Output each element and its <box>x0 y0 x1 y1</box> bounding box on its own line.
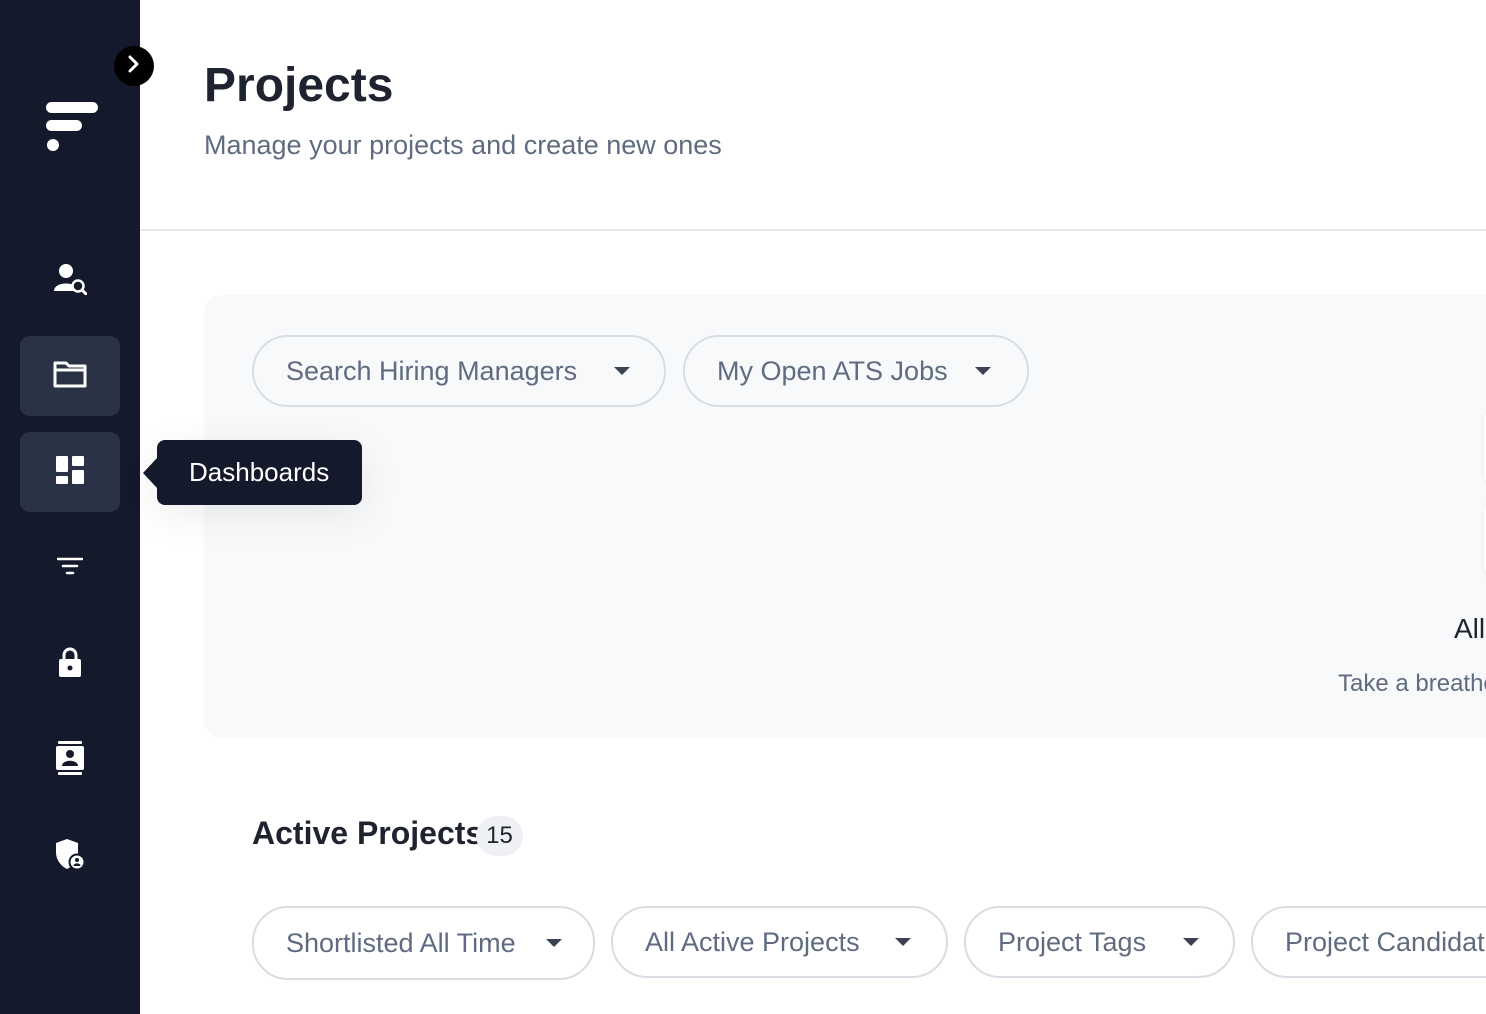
filter-lines-icon <box>56 556 84 581</box>
dropdown-label: My Open ATS Jobs <box>717 355 948 386</box>
active-projects-count-badge: 15 <box>476 816 523 856</box>
caret-down-icon <box>895 938 911 946</box>
folder-icon <box>53 359 87 394</box>
page-title: Projects <box>204 59 394 112</box>
active-projects-title: Active Projects <box>252 815 484 851</box>
shield-user-icon <box>55 838 86 875</box>
brand-logo[interactable] <box>46 100 100 156</box>
contact-card-icon <box>55 740 85 781</box>
dropdown-label: Search Hiring Managers <box>286 355 578 386</box>
caret-down-icon <box>614 367 630 375</box>
header-divider <box>140 229 1486 231</box>
project-tags-dropdown[interactable]: Project Tags <box>964 906 1235 978</box>
chevron-right-icon <box>126 54 142 79</box>
shortlisted-all-time-dropdown[interactable]: Shortlisted All Time <box>252 906 595 980</box>
dropdown-label: Project Candidat <box>1285 926 1485 957</box>
page-subtitle: Manage your projects and create new ones <box>204 130 722 160</box>
sidebar-item-security[interactable] <box>20 624 120 704</box>
sidebar-item-filters[interactable] <box>20 528 120 608</box>
project-candidates-dropdown[interactable]: Project Candidat <box>1251 906 1486 978</box>
main-content: Projects Manage your projects and create… <box>140 0 1486 1014</box>
all-active-projects-dropdown[interactable]: All Active Projects <box>611 906 948 978</box>
caret-down-icon <box>546 939 562 947</box>
empty-state-title: All <box>1454 613 1486 644</box>
user-search-icon <box>53 261 88 300</box>
dropdown-label: All Active Projects <box>645 926 860 957</box>
summary-panel: Search Hiring Managers My Open ATS Jobs <box>204 295 1486 738</box>
caret-down-icon <box>975 367 991 375</box>
my-open-ats-jobs-dropdown[interactable]: My Open ATS Jobs <box>683 335 1029 407</box>
sidebar-item-dashboards[interactable] <box>20 432 120 512</box>
sidebar-item-projects[interactable] <box>20 336 120 416</box>
expand-sidebar-button[interactable] <box>114 46 154 86</box>
sidebar <box>0 0 140 1014</box>
sidebar-item-contacts[interactable] <box>20 720 120 800</box>
lock-icon <box>57 646 83 683</box>
empty-state-subtitle: Take a breathe <box>1338 670 1486 697</box>
dashboards-tooltip: Dashboards <box>143 440 362 505</box>
sidebar-item-admin[interactable] <box>20 816 120 896</box>
search-hiring-managers-dropdown[interactable]: Search Hiring Managers <box>252 335 666 407</box>
dropdown-label: Project Tags <box>998 926 1147 957</box>
dropdown-label: Shortlisted All Time <box>286 927 516 958</box>
caret-down-icon <box>1183 938 1199 946</box>
dashboard-icon <box>55 455 85 490</box>
sidebar-item-people-search[interactable] <box>20 240 120 320</box>
